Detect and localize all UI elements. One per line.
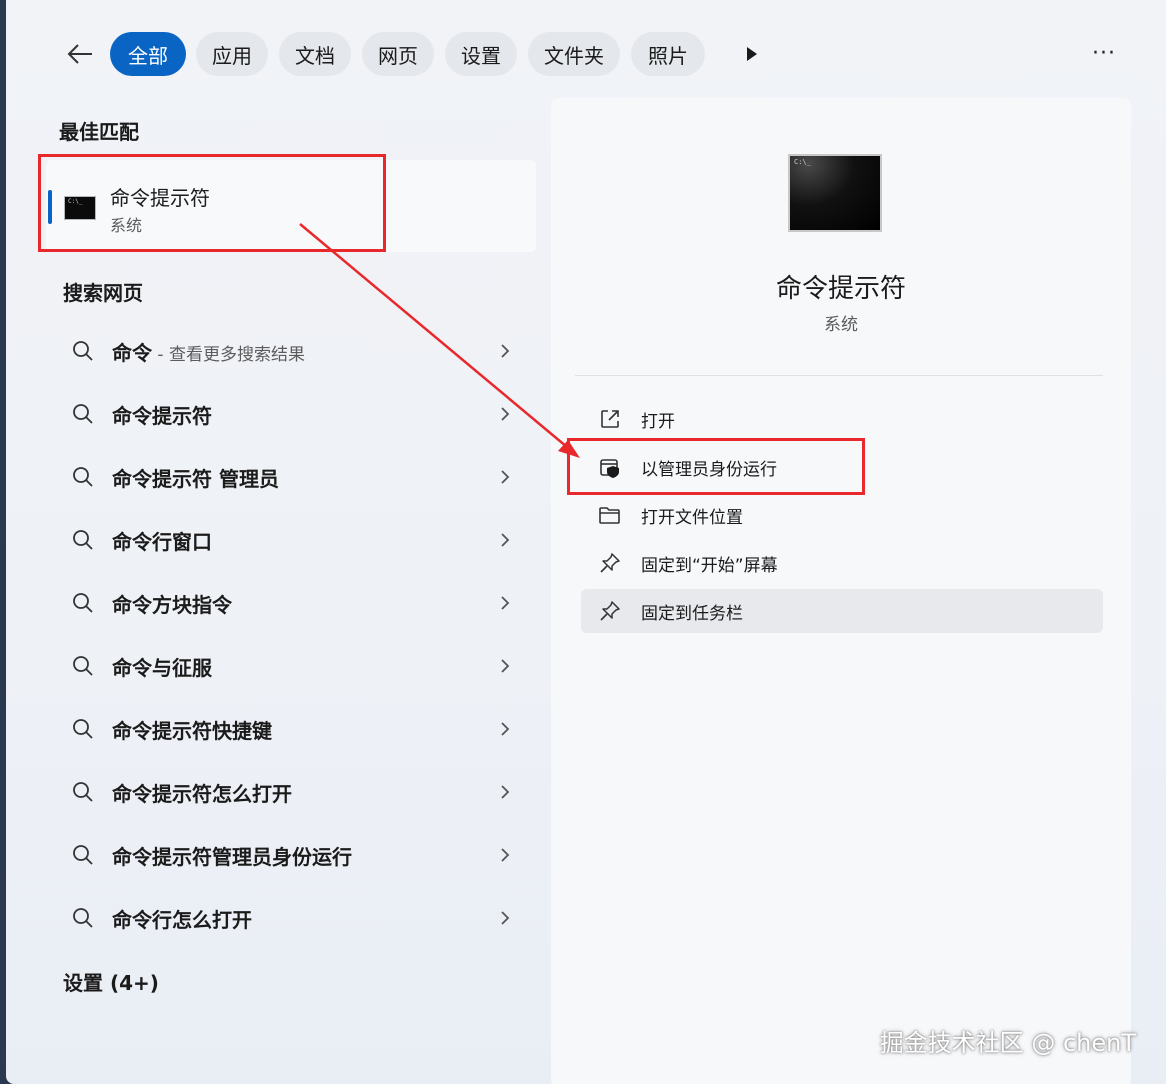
annotation-arrow (299, 223, 580, 458)
search-window: 全部 应用 文档 网页 设置 文件夹 照片 ··· 最佳匹配 C:\_ 命令提示… (6, 0, 1166, 1084)
watermark: 掘金技术社区 @ chenT (879, 1029, 1136, 1057)
